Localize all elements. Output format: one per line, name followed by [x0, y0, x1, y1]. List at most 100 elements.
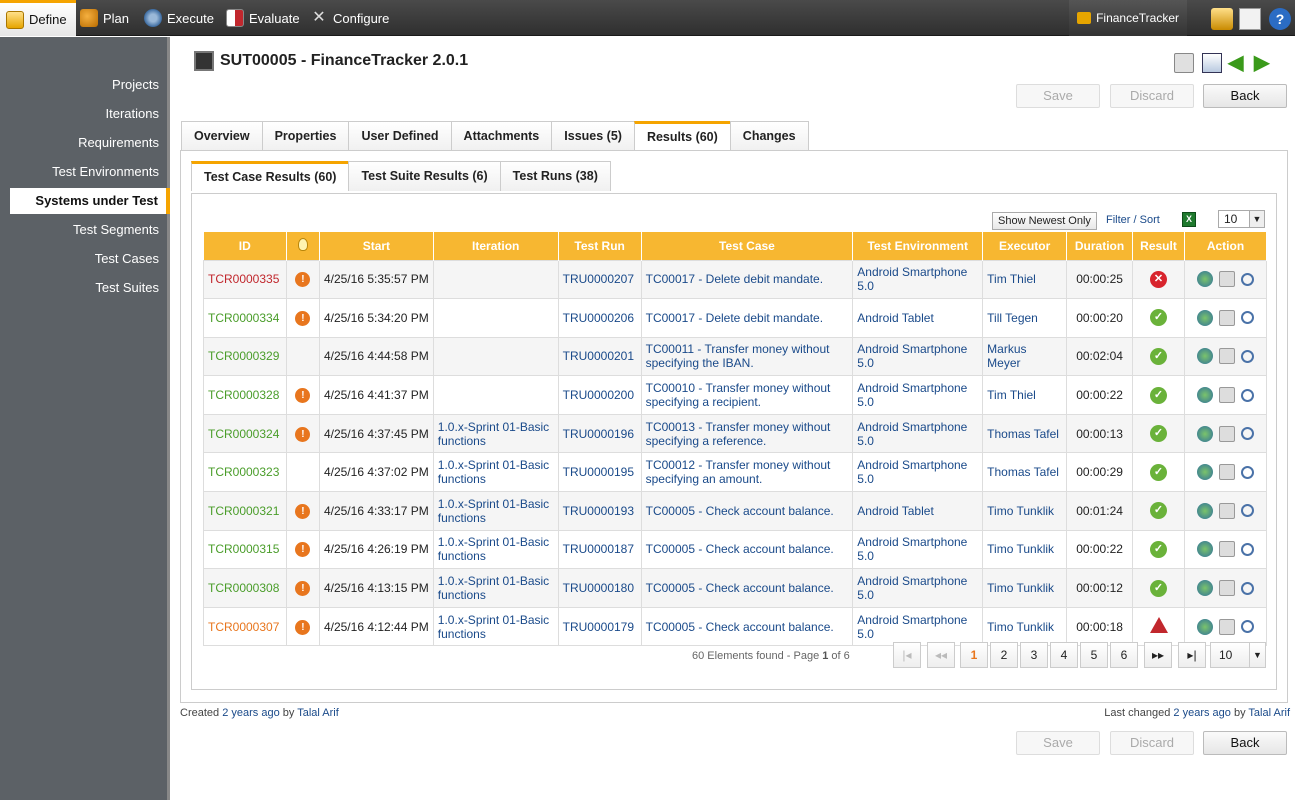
test-case-link[interactable]: TC00017 - Delete debit mandate.: [646, 311, 823, 325]
test-run-link[interactable]: TRU0000207: [563, 272, 634, 286]
sidebar-item-test-suites[interactable]: Test Suites: [0, 275, 159, 301]
discard-button-top[interactable]: Discard: [1110, 84, 1194, 108]
test-run-link[interactable]: TRU0000206: [563, 311, 634, 325]
col-test-case[interactable]: Test Case: [641, 232, 854, 260]
report-icon[interactable]: [1202, 53, 1222, 73]
view-details-icon[interactable]: [1241, 311, 1254, 325]
test-run-link[interactable]: TRU0000201: [563, 349, 634, 363]
test-case-link[interactable]: TC00005 - Check account balance.: [646, 581, 834, 595]
executor-link[interactable]: Tim Thiel: [987, 388, 1036, 402]
col-iteration[interactable]: Iteration: [433, 232, 559, 260]
discard-button-bottom[interactable]: Discard: [1110, 731, 1194, 755]
print-icon[interactable]: [1219, 618, 1235, 635]
save-button-bottom[interactable]: Save: [1016, 731, 1100, 755]
edit-result-icon[interactable]: [1197, 271, 1213, 288]
print-icon[interactable]: [1174, 53, 1194, 73]
result-id-link[interactable]: TCR0000315: [208, 542, 279, 556]
result-id-link[interactable]: TCR0000308: [208, 581, 279, 595]
view-details-icon[interactable]: [1241, 427, 1254, 441]
table-row[interactable]: TCR0000328! 4/25/16 4:41:37 PM TRU0000200 T…: [203, 375, 1267, 415]
col-id[interactable]: ID: [203, 232, 287, 260]
edit-result-icon[interactable]: [1197, 387, 1213, 404]
tab-issues[interactable]: Issues (5): [551, 121, 635, 151]
print-icon[interactable]: [1219, 387, 1235, 404]
iteration-link[interactable]: 1.0.x-Sprint 01-Basic functions: [438, 497, 549, 525]
test-environment-link[interactable]: Android Smartphone 5.0: [857, 265, 967, 293]
next-page-button[interactable]: ▸▸: [1144, 642, 1172, 668]
print-icon[interactable]: [1219, 271, 1235, 288]
first-page-button[interactable]: |◂: [893, 642, 921, 668]
edit-result-icon[interactable]: [1197, 541, 1213, 558]
table-row[interactable]: TCR0000315! 4/25/16 4:26:19 PM 1.0.x-Sprin…: [203, 529, 1267, 570]
result-id-link[interactable]: TCR0000307: [208, 620, 279, 634]
executor-link[interactable]: Timo Tunklik: [987, 504, 1054, 518]
test-run-link[interactable]: TRU0000187: [563, 542, 634, 556]
iteration-link[interactable]: 1.0.x-Sprint 01-Basic functions: [438, 458, 549, 486]
executor-link[interactable]: Timo Tunklik: [987, 542, 1054, 556]
table-row[interactable]: TCR0000334! 4/25/16 5:34:20 PM TRU0000206 T…: [203, 298, 1267, 338]
edit-result-icon[interactable]: [1197, 618, 1213, 635]
subtab-test-suite-results[interactable]: Test Suite Results (6): [348, 161, 501, 191]
result-id-link[interactable]: TCR0000335: [208, 272, 279, 286]
subtab-test-case-results[interactable]: Test Case Results (60): [191, 161, 350, 191]
view-details-icon[interactable]: [1241, 581, 1254, 595]
sidebar-item-projects[interactable]: Projects: [0, 72, 159, 98]
col-test-run[interactable]: Test Run: [558, 232, 642, 260]
user-icon[interactable]: [1211, 8, 1233, 30]
excel-export-icon[interactable]: X: [1182, 212, 1196, 227]
edit-result-icon[interactable]: [1197, 580, 1213, 597]
sidebar-item-systems-under-test[interactable]: Systems under Test: [10, 188, 170, 214]
filter-sort-link[interactable]: Filter / Sort: [1106, 214, 1160, 226]
executor-link[interactable]: Timo Tunklik: [987, 620, 1054, 634]
test-run-link[interactable]: TRU0000193: [563, 504, 634, 518]
tab-results[interactable]: Results (60): [633, 121, 731, 151]
previous-arrow-icon[interactable]: ◀: [1228, 53, 1248, 73]
test-case-link[interactable]: TC00005 - Check account balance.: [646, 542, 834, 556]
document-icon[interactable]: [1239, 8, 1261, 30]
print-icon[interactable]: [1219, 502, 1235, 519]
sidebar-item-test-cases[interactable]: Test Cases: [0, 246, 159, 272]
table-row[interactable]: TCR0000321! 4/25/16 4:33:17 PM 1.0.x-Sprin…: [203, 491, 1267, 531]
edit-result-icon[interactable]: [1197, 309, 1213, 326]
edit-result-icon[interactable]: [1197, 348, 1213, 365]
view-details-icon[interactable]: [1241, 465, 1254, 479]
nav-execute[interactable]: Execute: [144, 0, 214, 36]
print-icon[interactable]: [1219, 309, 1235, 326]
previous-page-button[interactable]: ◂◂: [927, 642, 955, 668]
test-case-link[interactable]: TC00012 - Transfer money without specify…: [646, 458, 831, 486]
iteration-link[interactable]: 1.0.x-Sprint 01-Basic functions: [438, 613, 549, 641]
test-case-link[interactable]: TC00017 - Delete debit mandate.: [646, 272, 823, 286]
edit-result-icon[interactable]: [1197, 425, 1213, 442]
nav-plan[interactable]: Plan: [80, 0, 129, 36]
tab-overview[interactable]: Overview: [181, 121, 263, 151]
print-icon[interactable]: [1219, 580, 1235, 597]
nav-evaluate[interactable]: Evaluate: [226, 0, 300, 36]
test-environment-link[interactable]: Android Smartphone 5.0: [857, 381, 967, 409]
table-row[interactable]: TCR0000329 4/25/16 4:44:58 PM TRU0000201 TC…: [203, 336, 1267, 377]
sidebar-item-requirements[interactable]: Requirements: [0, 130, 159, 156]
page-1-button[interactable]: 1: [960, 642, 988, 668]
col-test-environment[interactable]: Test Environment: [852, 232, 984, 260]
print-icon[interactable]: [1219, 425, 1235, 442]
view-details-icon[interactable]: [1241, 542, 1254, 556]
sidebar-item-test-segments[interactable]: Test Segments: [0, 217, 159, 243]
project-selector[interactable]: FinanceTracker: [1069, 0, 1187, 36]
view-details-icon[interactable]: [1241, 620, 1254, 634]
col-result[interactable]: Result: [1132, 232, 1185, 260]
tab-changes[interactable]: Changes: [729, 121, 809, 151]
view-details-icon[interactable]: [1241, 388, 1254, 402]
edit-result-icon[interactable]: [1197, 464, 1213, 481]
table-row[interactable]: TCR0000335! 4/25/16 5:35:57 PM TRU0000207 T…: [203, 259, 1267, 300]
table-row[interactable]: TCR0000323 4/25/16 4:37:02 PM 1.0.x-Sprint…: [203, 452, 1267, 493]
page-6-button[interactable]: 6: [1110, 642, 1138, 668]
tab-user-defined[interactable]: User Defined: [348, 121, 452, 151]
test-run-link[interactable]: TRU0000179: [563, 620, 634, 634]
nav-configure[interactable]: ✕ Configure: [310, 0, 389, 36]
test-environment-link[interactable]: Android Smartphone 5.0: [857, 342, 967, 370]
test-run-link[interactable]: TRU0000195: [563, 465, 634, 479]
result-id-link[interactable]: TCR0000328: [208, 388, 279, 402]
executor-link[interactable]: Thomas Tafel: [987, 465, 1059, 479]
result-id-link[interactable]: TCR0000321: [208, 504, 279, 518]
test-run-link[interactable]: TRU0000196: [563, 427, 634, 441]
back-button-top[interactable]: Back: [1203, 84, 1287, 108]
